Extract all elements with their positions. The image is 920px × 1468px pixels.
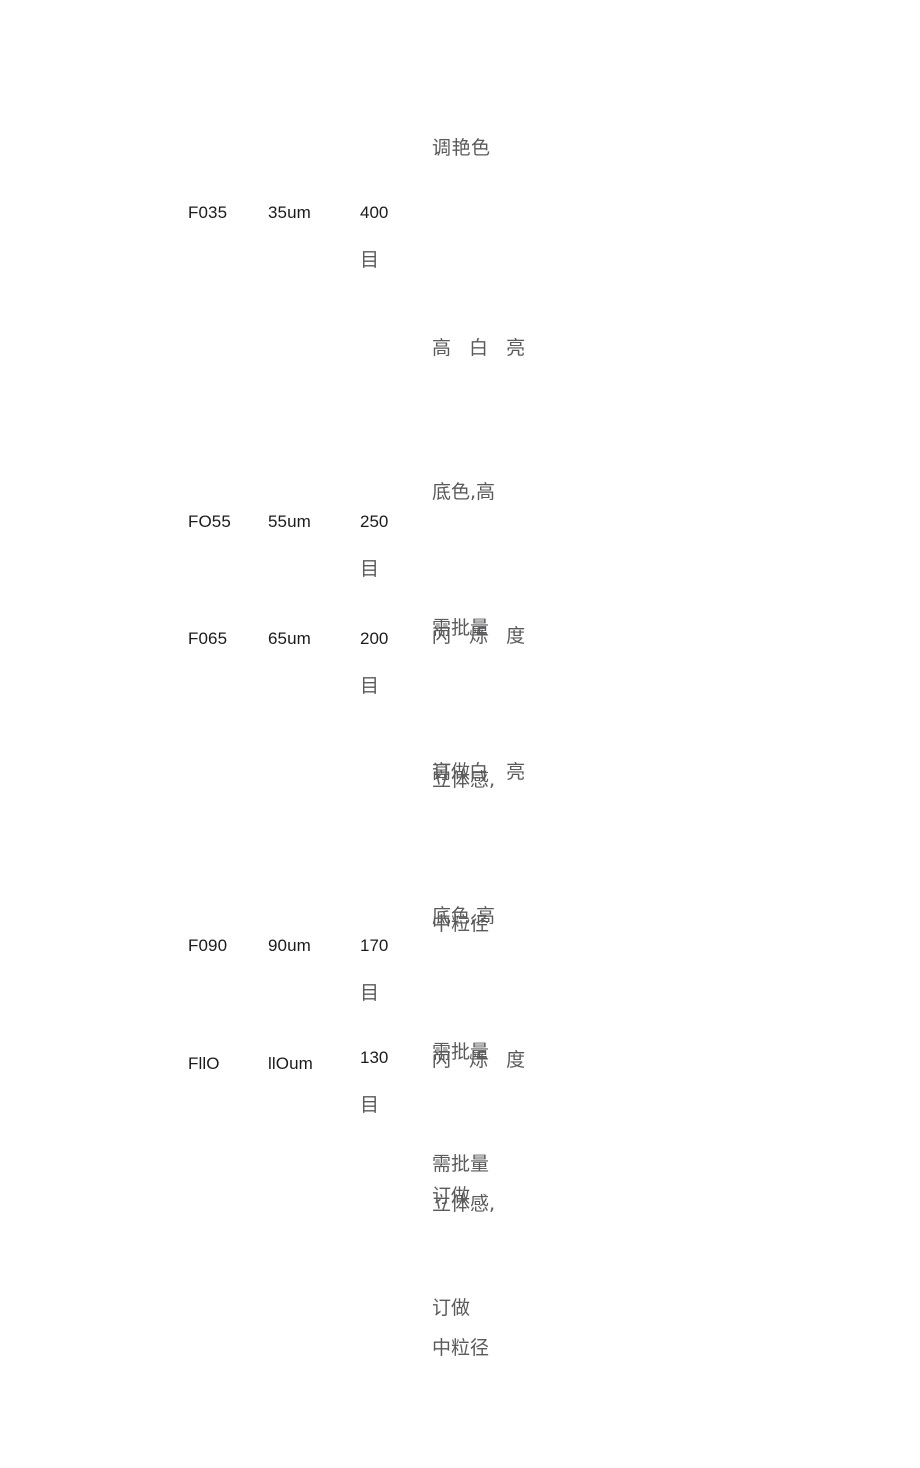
particle-size: 65um bbox=[268, 629, 311, 648]
mesh-number: 200 bbox=[360, 629, 389, 648]
description-line: 订做 bbox=[432, 1297, 471, 1319]
mesh-unit: 目 bbox=[360, 558, 380, 580]
mesh-number: 130 bbox=[360, 1048, 389, 1067]
mesh-unit: 目 bbox=[360, 249, 380, 271]
particle-size: llOum bbox=[268, 1054, 313, 1073]
document-page: 调艳色 F035 35um 400 目 高 白 亮 底色,高 闪 烁 度 立体感… bbox=[0, 0, 920, 1359]
product-code: F090 bbox=[188, 936, 228, 955]
product-code: FllO bbox=[188, 1054, 220, 1073]
description-line: 需批量 bbox=[432, 1153, 490, 1175]
particle-size: 35um bbox=[268, 203, 311, 222]
mesh-unit: 目 bbox=[360, 982, 380, 1004]
particle-size: 55um bbox=[268, 512, 311, 531]
mesh-number: 170 bbox=[360, 936, 389, 955]
product-code: F065 bbox=[188, 629, 228, 648]
mesh-unit: 目 bbox=[360, 675, 380, 697]
product-code: FO55 bbox=[188, 512, 231, 531]
mesh-number: 250 bbox=[360, 512, 389, 531]
description-line: 高 白 亮 bbox=[432, 337, 532, 359]
header-note: 调艳色 bbox=[432, 137, 491, 159]
description-line: 高 白 亮 bbox=[432, 761, 532, 783]
particle-size: 90um bbox=[268, 936, 311, 955]
description-line: 需批量 bbox=[432, 617, 490, 639]
description: 需批量 订做 bbox=[432, 1044, 528, 1428]
mesh-unit: 目 bbox=[360, 1094, 380, 1116]
product-code: F035 bbox=[188, 203, 228, 222]
mesh-number: 400 bbox=[360, 203, 389, 222]
